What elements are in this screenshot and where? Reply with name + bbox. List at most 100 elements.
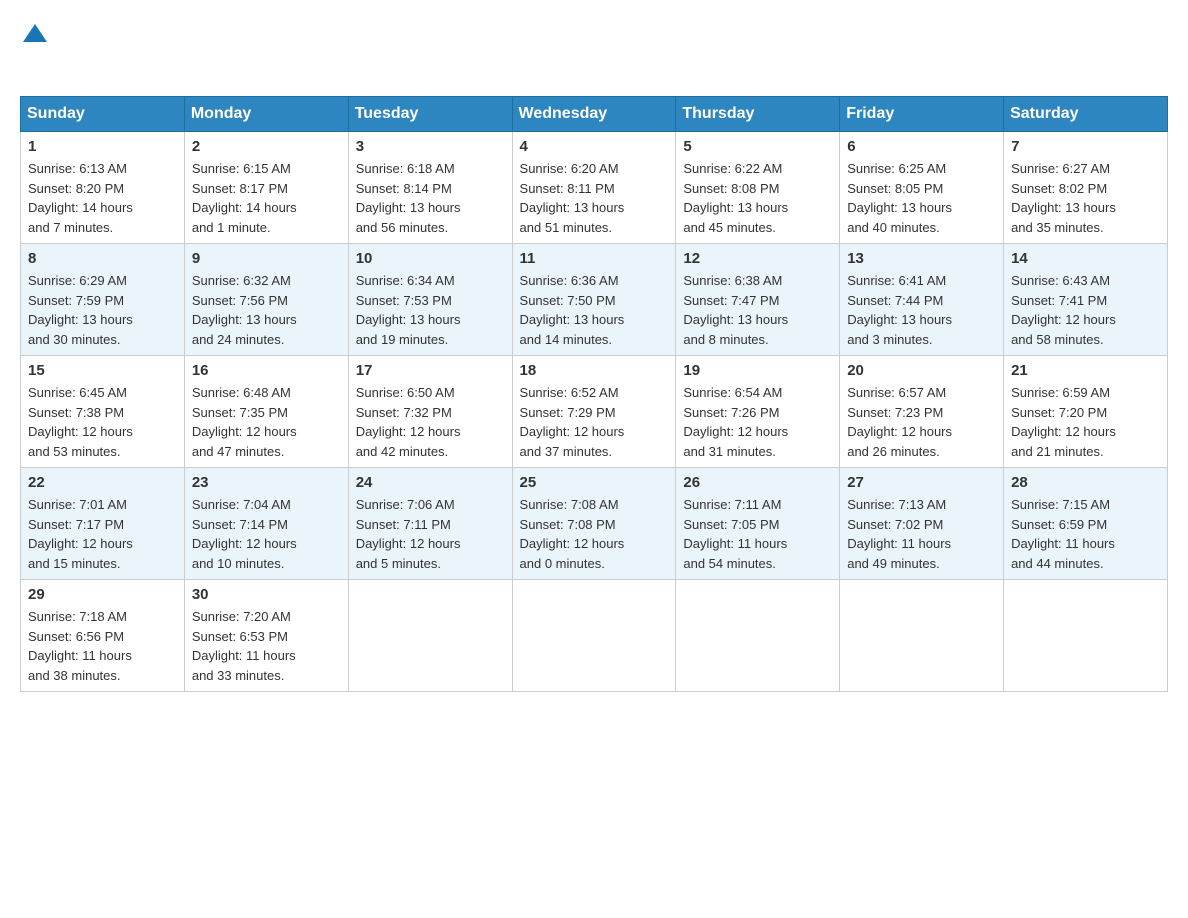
day-info: Sunrise: 6:25 AMSunset: 8:05 PMDaylight:…	[847, 159, 996, 237]
calendar-week-row: 8Sunrise: 6:29 AMSunset: 7:59 PMDaylight…	[21, 244, 1168, 356]
day-number: 13	[847, 250, 996, 267]
day-info: Sunrise: 7:06 AMSunset: 7:11 PMDaylight:…	[356, 495, 505, 573]
day-number: 27	[847, 474, 996, 491]
day-number: 7	[1011, 138, 1160, 155]
calendar-table: SundayMondayTuesdayWednesdayThursdayFrid…	[20, 96, 1168, 692]
day-info: Sunrise: 6:34 AMSunset: 7:53 PMDaylight:…	[356, 271, 505, 349]
calendar-cell: 4 Sunrise: 6:20 AMSunset: 8:11 PMDaylight…	[512, 132, 676, 244]
day-info: Sunrise: 7:11 AMSunset: 7:05 PMDaylight:…	[683, 495, 832, 573]
day-info: Sunrise: 6:38 AMSunset: 7:47 PMDaylight:…	[683, 271, 832, 349]
day-number: 2	[192, 138, 341, 155]
day-number: 11	[520, 250, 669, 267]
day-number: 19	[683, 362, 832, 379]
calendar-cell: 7Sunrise: 6:27 AMSunset: 8:02 PMDaylight…	[1004, 132, 1168, 244]
calendar-cell: 14 Sunrise: 6:43 AMSunset: 7:41 PMDayligh…	[1004, 244, 1168, 356]
day-info: Sunrise: 7:13 AMSunset: 7:02 PMDaylight:…	[847, 495, 996, 573]
day-number: 22	[28, 474, 177, 491]
calendar-cell: 25 Sunrise: 7:08 AMSunset: 7:08 PMDayligh…	[512, 468, 676, 580]
day-info: Sunrise: 6:43 AMSunset: 7:41 PMDaylight:…	[1011, 271, 1160, 349]
calendar-cell: 9Sunrise: 6:32 AMSunset: 7:56 PMDaylight…	[184, 244, 348, 356]
day-info: Sunrise: 6:50 AMSunset: 7:32 PMDaylight:…	[356, 383, 505, 461]
calendar-week-row: 15 Sunrise: 6:45 AMSunset: 7:38 PMDayligh…	[21, 356, 1168, 468]
calendar-cell: 8Sunrise: 6:29 AMSunset: 7:59 PMDaylight…	[21, 244, 185, 356]
day-number: 25	[520, 474, 669, 491]
day-info: Sunrise: 6:59 AMSunset: 7:20 PMDaylight:…	[1011, 383, 1160, 461]
day-number: 16	[192, 362, 341, 379]
calendar-cell: 26 Sunrise: 7:11 AMSunset: 7:05 PMDayligh…	[676, 468, 840, 580]
calendar-cell	[840, 580, 1004, 692]
day-info: Sunrise: 6:36 AMSunset: 7:50 PMDaylight:…	[520, 271, 669, 349]
calendar-cell: 12 Sunrise: 6:38 AMSunset: 7:47 PMDayligh…	[676, 244, 840, 356]
calendar-cell: 23 Sunrise: 7:04 AMSunset: 7:14 PMDayligh…	[184, 468, 348, 580]
calendar-cell: 27 Sunrise: 7:13 AMSunset: 7:02 PMDayligh…	[840, 468, 1004, 580]
calendar-week-row: 1 Sunrise: 6:13 AMSunset: 8:20 PMDaylight…	[21, 132, 1168, 244]
day-info: Sunrise: 7:20 AMSunset: 6:53 PMDaylight:…	[192, 607, 341, 685]
weekday-header-sunday: Sunday	[21, 97, 185, 132]
day-info: Sunrise: 6:18 AMSunset: 8:14 PMDaylight:…	[356, 159, 505, 237]
day-info: Sunrise: 6:32 AMSunset: 7:56 PMDaylight:…	[192, 271, 341, 349]
weekday-header-wednesday: Wednesday	[512, 97, 676, 132]
day-number: 24	[356, 474, 505, 491]
calendar-cell	[676, 580, 840, 692]
calendar-cell	[348, 580, 512, 692]
calendar-cell: 3 Sunrise: 6:18 AMSunset: 8:14 PMDaylight…	[348, 132, 512, 244]
logo	[20, 20, 50, 76]
calendar-week-row: 22 Sunrise: 7:01 AMSunset: 7:17 PMDayligh…	[21, 468, 1168, 580]
day-info: Sunrise: 7:18 AMSunset: 6:56 PMDaylight:…	[28, 607, 177, 685]
day-number: 23	[192, 474, 341, 491]
calendar-cell: 30Sunrise: 7:20 AMSunset: 6:53 PMDayligh…	[184, 580, 348, 692]
calendar-cell: 5 Sunrise: 6:22 AMSunset: 8:08 PMDaylight…	[676, 132, 840, 244]
day-number: 12	[683, 250, 832, 267]
day-number: 20	[847, 362, 996, 379]
day-number: 3	[356, 138, 505, 155]
calendar-week-row: 29Sunrise: 7:18 AMSunset: 6:56 PMDayligh…	[21, 580, 1168, 692]
day-number: 5	[683, 138, 832, 155]
day-info: Sunrise: 6:13 AMSunset: 8:20 PMDaylight:…	[28, 159, 177, 237]
calendar-cell: 29Sunrise: 7:18 AMSunset: 6:56 PMDayligh…	[21, 580, 185, 692]
day-info: Sunrise: 7:15 AMSunset: 6:59 PMDaylight:…	[1011, 495, 1160, 573]
calendar-cell: 11 Sunrise: 6:36 AMSunset: 7:50 PMDayligh…	[512, 244, 676, 356]
calendar-cell: 18Sunrise: 6:52 AMSunset: 7:29 PMDayligh…	[512, 356, 676, 468]
day-number: 15	[28, 362, 177, 379]
page-header	[20, 20, 1168, 76]
calendar-cell: 20 Sunrise: 6:57 AMSunset: 7:23 PMDayligh…	[840, 356, 1004, 468]
weekday-header-thursday: Thursday	[676, 97, 840, 132]
day-number: 18	[520, 362, 669, 379]
day-info: Sunrise: 7:08 AMSunset: 7:08 PMDaylight:…	[520, 495, 669, 573]
day-info: Sunrise: 7:01 AMSunset: 7:17 PMDaylight:…	[28, 495, 177, 573]
day-number: 26	[683, 474, 832, 491]
day-number: 4	[520, 138, 669, 155]
day-info: Sunrise: 6:15 AMSunset: 8:17 PMDaylight:…	[192, 159, 341, 237]
calendar-cell: 15 Sunrise: 6:45 AMSunset: 7:38 PMDayligh…	[21, 356, 185, 468]
weekday-header-tuesday: Tuesday	[348, 97, 512, 132]
calendar-cell: 6 Sunrise: 6:25 AMSunset: 8:05 PMDaylight…	[840, 132, 1004, 244]
calendar-cell: 21Sunrise: 6:59 AMSunset: 7:20 PMDayligh…	[1004, 356, 1168, 468]
day-info: Sunrise: 6:20 AMSunset: 8:11 PMDaylight:…	[520, 159, 669, 237]
calendar-cell	[512, 580, 676, 692]
weekday-header-saturday: Saturday	[1004, 97, 1168, 132]
day-info: Sunrise: 6:48 AMSunset: 7:35 PMDaylight:…	[192, 383, 341, 461]
day-number: 28	[1011, 474, 1160, 491]
calendar-cell: 2 Sunrise: 6:15 AMSunset: 8:17 PMDaylight…	[184, 132, 348, 244]
calendar-cell: 22 Sunrise: 7:01 AMSunset: 7:17 PMDayligh…	[21, 468, 185, 580]
day-number: 17	[356, 362, 505, 379]
day-number: 10	[356, 250, 505, 267]
weekday-header-row: SundayMondayTuesdayWednesdayThursdayFrid…	[21, 97, 1168, 132]
calendar-cell: 10 Sunrise: 6:34 AMSunset: 7:53 PMDayligh…	[348, 244, 512, 356]
day-info: Sunrise: 6:22 AMSunset: 8:08 PMDaylight:…	[683, 159, 832, 237]
calendar-cell: 1 Sunrise: 6:13 AMSunset: 8:20 PMDaylight…	[21, 132, 185, 244]
calendar-cell: 28 Sunrise: 7:15 AMSunset: 6:59 PMDayligh…	[1004, 468, 1168, 580]
calendar-cell	[1004, 580, 1168, 692]
day-info: Sunrise: 6:45 AMSunset: 7:38 PMDaylight:…	[28, 383, 177, 461]
calendar-cell: 19Sunrise: 6:54 AMSunset: 7:26 PMDayligh…	[676, 356, 840, 468]
calendar-cell: 16 Sunrise: 6:48 AMSunset: 7:35 PMDayligh…	[184, 356, 348, 468]
day-info: Sunrise: 6:41 AMSunset: 7:44 PMDaylight:…	[847, 271, 996, 349]
day-number: 14	[1011, 250, 1160, 267]
day-info: Sunrise: 6:57 AMSunset: 7:23 PMDaylight:…	[847, 383, 996, 461]
day-info: Sunrise: 6:29 AMSunset: 7:59 PMDaylight:…	[28, 271, 177, 349]
calendar-cell: 17 Sunrise: 6:50 AMSunset: 7:32 PMDayligh…	[348, 356, 512, 468]
day-info: Sunrise: 7:04 AMSunset: 7:14 PMDaylight:…	[192, 495, 341, 573]
calendar-cell: 24 Sunrise: 7:06 AMSunset: 7:11 PMDayligh…	[348, 468, 512, 580]
day-number: 1	[28, 138, 177, 155]
day-number: 6	[847, 138, 996, 155]
